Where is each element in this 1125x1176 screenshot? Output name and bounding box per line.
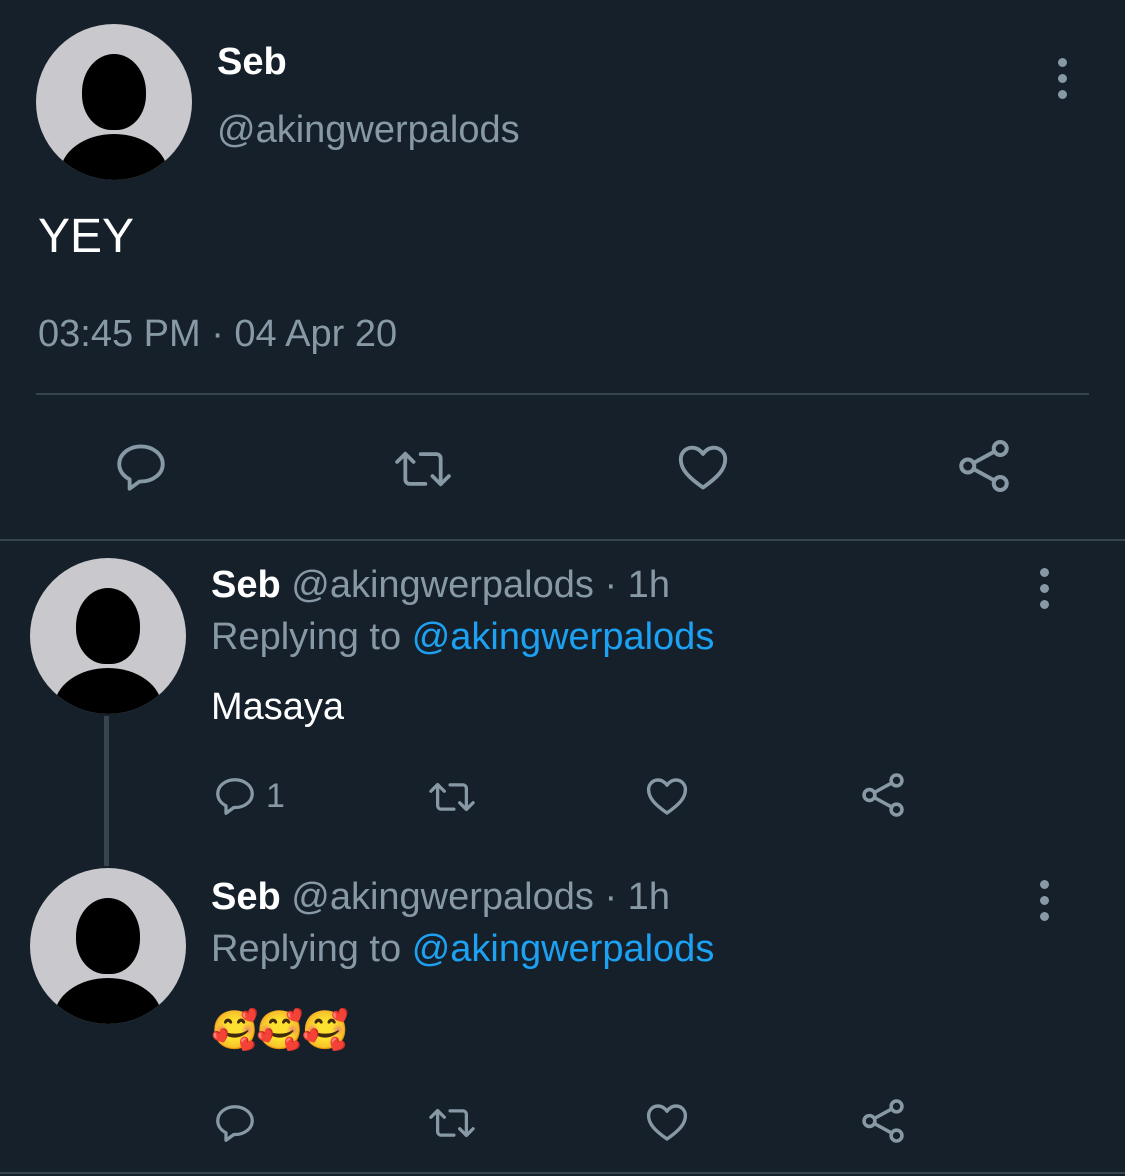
avatar[interactable] xyxy=(36,24,192,180)
handle[interactable]: @akingwerpalods xyxy=(217,108,520,152)
tweet-text: YEY xyxy=(38,210,135,263)
more-options-icon[interactable] xyxy=(1038,880,1050,921)
share-icon[interactable] xyxy=(858,770,908,820)
replying-label: Replying to xyxy=(211,928,402,970)
reply-header: Seb @akingwerpalods · 1h xyxy=(211,562,670,608)
reply-count: 1 xyxy=(266,776,285,815)
display-name[interactable]: Seb xyxy=(217,40,287,84)
replying-to: Replying to @akingwerpalods xyxy=(211,614,714,660)
time-ago: · 1h xyxy=(604,876,670,918)
handle[interactable]: @akingwerpalods xyxy=(291,564,594,606)
display-name[interactable]: Seb xyxy=(211,876,281,918)
like-icon[interactable] xyxy=(674,438,732,496)
tweet-text: 🥰🥰🥰 xyxy=(211,1010,349,1052)
reply-header: Seb @akingwerpalods · 1h xyxy=(211,874,670,920)
mention-link[interactable]: @akingwerpalods xyxy=(412,616,715,658)
avatar[interactable] xyxy=(30,558,186,714)
share-icon[interactable] xyxy=(954,436,1014,496)
divider xyxy=(36,393,1089,395)
avatar[interactable] xyxy=(30,868,186,1024)
reply-icon[interactable]: 1 xyxy=(212,773,285,819)
section-divider xyxy=(0,539,1125,541)
mention-link[interactable]: @akingwerpalods xyxy=(412,928,715,970)
like-icon[interactable] xyxy=(643,772,691,820)
time-ago: · 1h xyxy=(604,564,670,606)
replying-to: Replying to @akingwerpalods xyxy=(211,926,714,972)
more-options-icon[interactable] xyxy=(1056,58,1068,99)
retweet-icon[interactable] xyxy=(424,774,480,820)
replying-label: Replying to xyxy=(211,616,402,658)
handle[interactable]: @akingwerpalods xyxy=(291,876,594,918)
display-name[interactable]: Seb xyxy=(211,564,281,606)
like-icon[interactable] xyxy=(643,1098,691,1146)
retweet-icon[interactable] xyxy=(390,440,456,498)
tweet-text: Masaya xyxy=(211,686,345,728)
share-icon[interactable] xyxy=(858,1096,908,1146)
reply-icon[interactable] xyxy=(212,1100,258,1146)
more-options-icon[interactable] xyxy=(1038,568,1050,609)
timestamp[interactable]: 03:45 PM · 04 Apr 20 xyxy=(38,312,397,356)
bottom-divider xyxy=(0,1172,1125,1174)
retweet-icon[interactable] xyxy=(424,1100,480,1146)
reply-icon[interactable] xyxy=(112,438,170,496)
thread-line xyxy=(104,716,109,866)
